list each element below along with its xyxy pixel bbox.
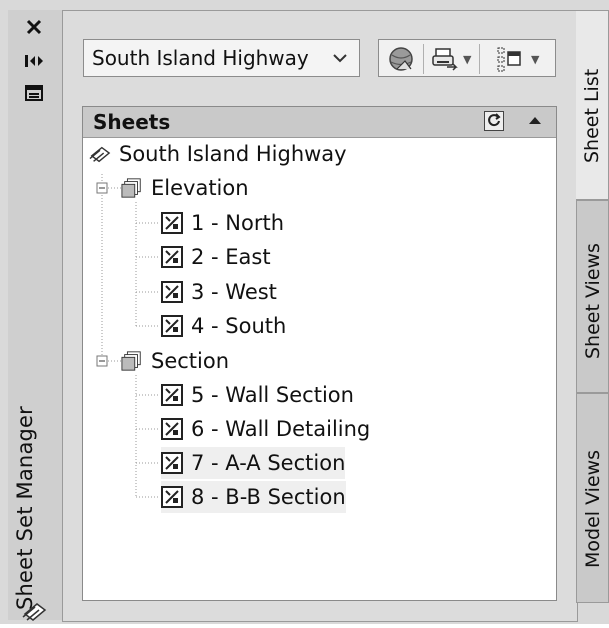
palette-title: Sheet Set Manager — [13, 406, 37, 610]
sheet-icon — [161, 281, 183, 303]
sheet-set-dropdown-value: South Island Highway — [92, 46, 309, 70]
sheet-icon — [161, 384, 183, 406]
publish-globe-icon[interactable] — [387, 45, 415, 73]
tab-label: Sheet Views — [582, 243, 604, 359]
palette-title-bar: Sheet Set Manager — [8, 10, 63, 621]
sheets-panel: Sheets South Island Highway Elevation 1 … — [82, 106, 557, 601]
sheet-icon — [161, 452, 183, 474]
sheet-label: 2 - East — [191, 245, 271, 269]
sheet-selections-icon[interactable] — [495, 45, 523, 73]
tree-sheet-item[interactable]: 2 - East — [161, 241, 271, 273]
subset-label: Elevation — [151, 176, 249, 200]
tree-sheet-item[interactable]: 1 - North — [161, 207, 284, 239]
tab-model-views[interactable]: Model Views — [576, 393, 609, 603]
tree-root-item[interactable]: South Island Highway — [89, 138, 347, 170]
tree-sheet-item[interactable]: 4 - South — [161, 310, 286, 342]
sheet-label: 7 - A-A Section — [191, 451, 346, 475]
sheet-label: 1 - North — [191, 211, 285, 235]
tree-sheet-item[interactable]: 8 - B-B Section — [161, 481, 346, 513]
tree-sheet-item[interactable]: 7 - A-A Section — [161, 447, 346, 479]
properties-icon[interactable] — [22, 82, 46, 104]
tree-sheet-item[interactable]: 5 - Wall Section — [161, 379, 354, 411]
sheet-label: 3 - West — [191, 280, 277, 304]
tab-sheet-list[interactable]: Sheet List — [576, 10, 609, 200]
sheet-label: 6 - Wall Detailing — [191, 417, 371, 441]
toolbar-button-group: ▼ ▼ — [378, 39, 556, 77]
expand-toggle-section — [96, 355, 108, 367]
sheet-icon — [161, 486, 183, 508]
tab-label: Model Views — [582, 449, 604, 568]
tree-subset-section[interactable]: Section — [121, 345, 229, 377]
sheet-label: 4 - South — [191, 314, 287, 338]
palette-tabs: Sheet List Sheet Views Model Views — [576, 10, 609, 620]
close-icon[interactable] — [22, 16, 46, 38]
tab-label: Sheet List — [581, 68, 603, 163]
main-panel: South Island Highway ▼ ▼ Sheets South Is… — [62, 10, 578, 622]
chevron-down-icon — [333, 40, 347, 76]
sheet-icon — [161, 315, 183, 337]
subset-icon — [121, 351, 141, 371]
expand-toggle-elevation — [96, 182, 108, 194]
sheet-label: 8 - B-B Section — [191, 485, 346, 509]
tree-sheet-item[interactable]: 6 - Wall Detailing — [161, 413, 370, 445]
auto-hide-icon[interactable] — [22, 50, 46, 72]
plot-dropdown-caret[interactable]: ▼ — [463, 53, 471, 66]
selections-dropdown-caret[interactable]: ▼ — [531, 53, 539, 66]
plot-publish-icon[interactable] — [431, 45, 459, 73]
sheet-label: 5 - Wall Section — [191, 383, 354, 407]
tree-subset-elevation[interactable]: Elevation — [121, 172, 249, 204]
sheet-icon — [161, 246, 183, 268]
sheet-icon — [161, 418, 183, 440]
subset-icon — [121, 178, 141, 198]
sheet-set-icon — [89, 146, 111, 163]
toolbar: South Island Highway ▼ ▼ — [80, 39, 557, 79]
sheet-icon — [161, 212, 183, 234]
sheet-set-dropdown[interactable]: South Island Highway — [83, 39, 360, 77]
tree-root-label: South Island Highway — [119, 142, 347, 166]
sheet-set-manager-window: Sheet Set Manager South Island Highway ▼… — [0, 0, 609, 624]
subset-label: Section — [151, 349, 230, 373]
sheet-set-logo-icon — [21, 598, 49, 624]
tab-sheet-views[interactable]: Sheet Views — [576, 200, 609, 393]
tree-sheet-item[interactable]: 3 - West — [161, 276, 277, 308]
